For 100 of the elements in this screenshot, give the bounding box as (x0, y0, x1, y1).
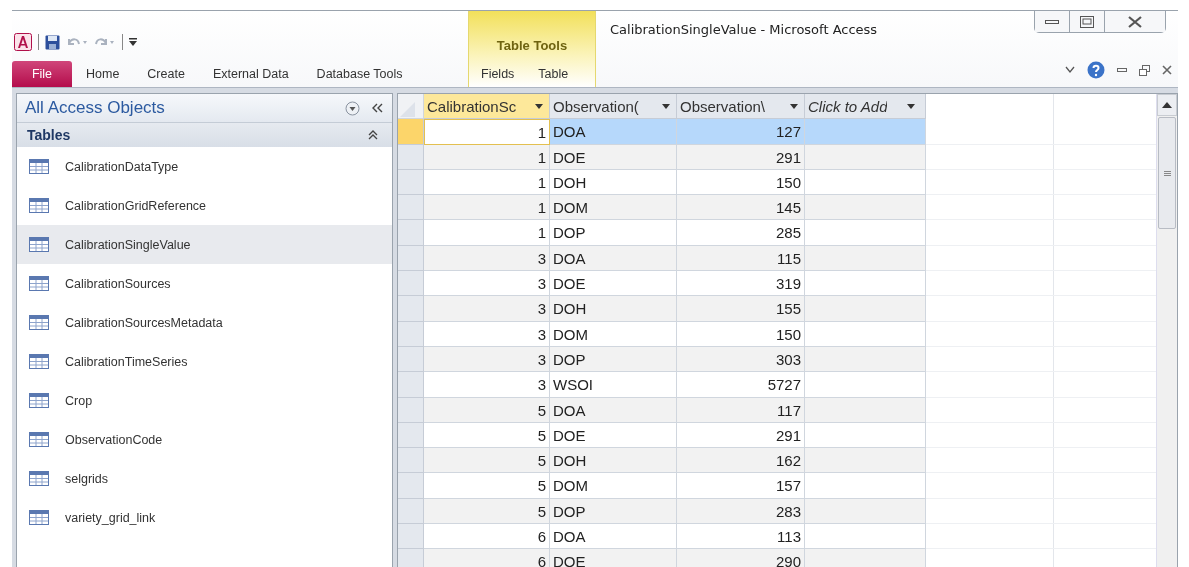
dropdown-icon[interactable] (345, 100, 360, 116)
close-icon[interactable] (1128, 15, 1142, 28)
file-tab[interactable]: File (12, 61, 72, 87)
row-selector[interactable] (398, 422, 424, 449)
ribbon-tab[interactable]: Database Tools (302, 61, 417, 87)
table-list-item[interactable]: CalibrationSourcesMetadata (17, 303, 392, 342)
table-cell[interactable]: DOM (550, 195, 677, 221)
table-cell[interactable]: 3 (424, 321, 550, 347)
table-list-item[interactable]: ObservationCode (17, 420, 392, 459)
column-header[interactable]: Observation\ (677, 94, 805, 120)
table-cell[interactable]: DOH (550, 296, 677, 322)
ribbon-tab[interactable]: External Data (198, 61, 303, 87)
maximize-button[interactable] (1070, 11, 1105, 32)
dropdown-arrow-icon[interactable] (790, 103, 798, 109)
table-list-item[interactable]: variety_grid_link (17, 498, 392, 537)
table-cell[interactable]: 145 (677, 195, 805, 221)
table-cell[interactable]: 5727 (677, 372, 805, 398)
row-selector[interactable] (398, 397, 424, 423)
table-cell[interactable]: 1 (424, 144, 550, 170)
table-cell[interactable]: DOA (550, 119, 677, 145)
table-cell[interactable]: DOM (550, 321, 677, 347)
select-all-corner[interactable] (398, 94, 424, 120)
row-selector[interactable] (398, 448, 424, 474)
row-selector[interactable] (398, 195, 424, 221)
redo-icon[interactable] (94, 36, 116, 48)
table-cell[interactable]: DOE (550, 144, 677, 170)
navigation-pane-header[interactable]: All Access Objects (17, 94, 392, 123)
table-cell[interactable]: 1 (424, 119, 550, 145)
column-header[interactable]: CalibrationSc (424, 94, 550, 120)
column-header[interactable]: Observation( (550, 94, 677, 120)
table-cell[interactable]: 283 (677, 498, 805, 525)
table-cell[interactable]: DOP (550, 346, 677, 373)
group-title[interactable]: Tables (27, 127, 71, 143)
minimize-button[interactable] (1035, 11, 1070, 32)
table-cell[interactable]: 115 (677, 245, 805, 272)
dropdown-arrow-icon[interactable] (662, 103, 670, 109)
table-list-item[interactable]: CalibrationDataType (17, 147, 392, 186)
row-selector[interactable] (398, 220, 424, 246)
row-selector[interactable] (398, 169, 424, 196)
table-cell[interactable]: 285 (677, 220, 805, 246)
row-selector[interactable] (398, 245, 424, 272)
row-selector[interactable] (398, 271, 424, 297)
column-header[interactable]: Click to Add (805, 94, 926, 120)
table-cell[interactable]: 155 (677, 296, 805, 322)
ribbon-tab[interactable]: Home (72, 61, 134, 87)
row-selector[interactable] (398, 119, 424, 145)
table-cell[interactable]: DOA (550, 245, 677, 272)
dropdown-arrow-icon[interactable] (535, 103, 543, 109)
table-cell[interactable]: 5 (424, 448, 550, 474)
table-cell[interactable]: 150 (677, 321, 805, 347)
table-cell[interactable]: 6 (424, 549, 550, 567)
table-cell[interactable]: DOE (550, 549, 677, 567)
table-cell[interactable]: WSOI (550, 372, 677, 398)
close-button[interactable] (1105, 11, 1165, 32)
row-selector[interactable] (398, 524, 424, 550)
table-cell[interactable]: 5 (424, 498, 550, 525)
table-cell[interactable]: 117 (677, 397, 805, 423)
table-list-item[interactable]: CalibrationSingleValue (17, 225, 392, 264)
row-selector[interactable] (398, 473, 424, 499)
collapse-ribbon-icon[interactable] (1065, 66, 1075, 74)
group-header[interactable]: Tables (17, 123, 392, 147)
table-cell[interactable]: 157 (677, 473, 805, 499)
maximize-icon[interactable] (1080, 15, 1094, 28)
restore-icon[interactable] (1139, 64, 1150, 76)
row-selector[interactable] (398, 321, 424, 347)
table-cell[interactable]: DOP (550, 498, 677, 525)
close-icon[interactable] (1162, 65, 1172, 75)
ribbon-tab[interactable]: Create (133, 61, 199, 87)
table-cell[interactable]: DOM (550, 473, 677, 499)
table-list-item[interactable]: CalibrationTimeSeries (17, 342, 392, 381)
ribbon-tab[interactable]: Table (526, 61, 581, 87)
table-cell[interactable]: 3 (424, 346, 550, 373)
scroll-up-button[interactable] (1157, 94, 1177, 116)
table-cell[interactable]: DOP (550, 220, 677, 246)
table-list-item[interactable]: CalibrationGridReference (17, 186, 392, 225)
row-selector[interactable] (398, 296, 424, 322)
table-list-item[interactable]: Crop (17, 381, 392, 420)
collapse-group-icon[interactable] (368, 130, 378, 140)
table-cell[interactable]: 5 (424, 473, 550, 499)
minimize-icon[interactable] (1045, 19, 1059, 24)
table-cell[interactable]: 290 (677, 549, 805, 567)
table-cell[interactable]: 1 (424, 195, 550, 221)
help-icon[interactable] (1087, 61, 1105, 79)
undo-icon[interactable] (66, 36, 88, 48)
row-selector[interactable] (398, 346, 424, 373)
save-icon[interactable] (45, 34, 60, 50)
table-cell[interactable]: 3 (424, 296, 550, 322)
table-cell[interactable]: 303 (677, 346, 805, 373)
table-list-item[interactable]: CalibrationSources (17, 264, 392, 303)
table-cell[interactable]: 1 (424, 220, 550, 246)
up-arrow-icon[interactable] (1162, 102, 1172, 108)
table-cell[interactable]: DOH (550, 448, 677, 474)
row-selector[interactable] (398, 144, 424, 170)
table-cell[interactable]: 291 (677, 144, 805, 170)
row-selector[interactable] (398, 549, 424, 567)
scrollbar-thumb[interactable] (1158, 117, 1176, 229)
table-list-item[interactable]: selgrids (17, 459, 392, 498)
ribbon-tab[interactable]: Fields (469, 61, 527, 87)
customize-toolbar-icon[interactable] (129, 37, 137, 47)
table-cell[interactable]: 162 (677, 448, 805, 474)
